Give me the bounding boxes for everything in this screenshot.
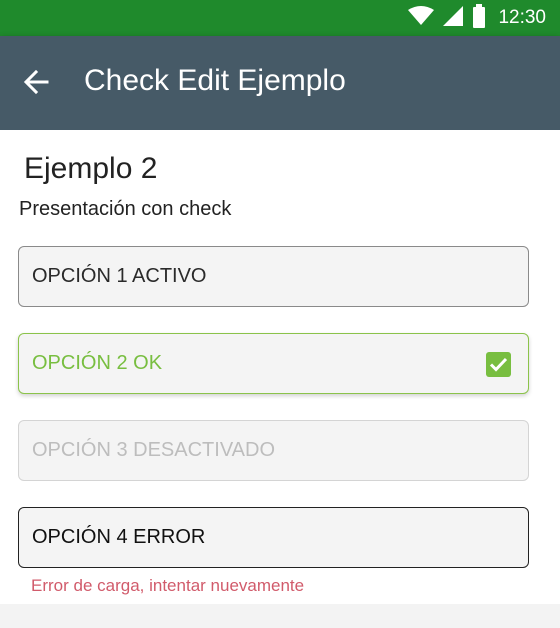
- section-subtitle: Presentación con check: [19, 198, 232, 220]
- checkbox-checked-icon[interactable]: [486, 352, 511, 377]
- option-4-error[interactable]: OPCIÓN 4 ERROR: [18, 507, 529, 568]
- status-bar: 12:30: [0, 0, 560, 36]
- option-3-disabled: OPCIÓN 3 DESACTIVADO: [18, 420, 529, 481]
- option-label: OPCIÓN 2 OK: [32, 352, 163, 374]
- battery-icon: [472, 3, 486, 33]
- app-title: Check Edit Ejemplo: [84, 64, 346, 97]
- option-label: OPCIÓN 3 DESACTIVADO: [32, 439, 276, 461]
- status-icons: 12:30: [408, 0, 546, 36]
- option-label: OPCIÓN 4 ERROR: [32, 526, 206, 548]
- bottom-area: [0, 604, 560, 628]
- error-message: Error de carga, intentar nuevamente: [31, 576, 305, 595]
- app-bar: Check Edit Ejemplo: [0, 36, 560, 130]
- status-time: 12:30: [498, 7, 546, 28]
- signal-icon: [442, 5, 464, 32]
- main-content: Ejemplo 2 Presentación con check OPCIÓN …: [0, 130, 560, 604]
- option-label: OPCIÓN 1 ACTIVO: [32, 265, 207, 287]
- wifi-icon: [408, 5, 435, 31]
- option-2-ok[interactable]: OPCIÓN 2 OK: [18, 333, 529, 394]
- section-title: Ejemplo 2: [24, 152, 158, 185]
- back-button[interactable]: [18, 66, 54, 102]
- option-1-active[interactable]: OPCIÓN 1 ACTIVO: [18, 246, 529, 307]
- arrow-back-icon: [23, 69, 49, 100]
